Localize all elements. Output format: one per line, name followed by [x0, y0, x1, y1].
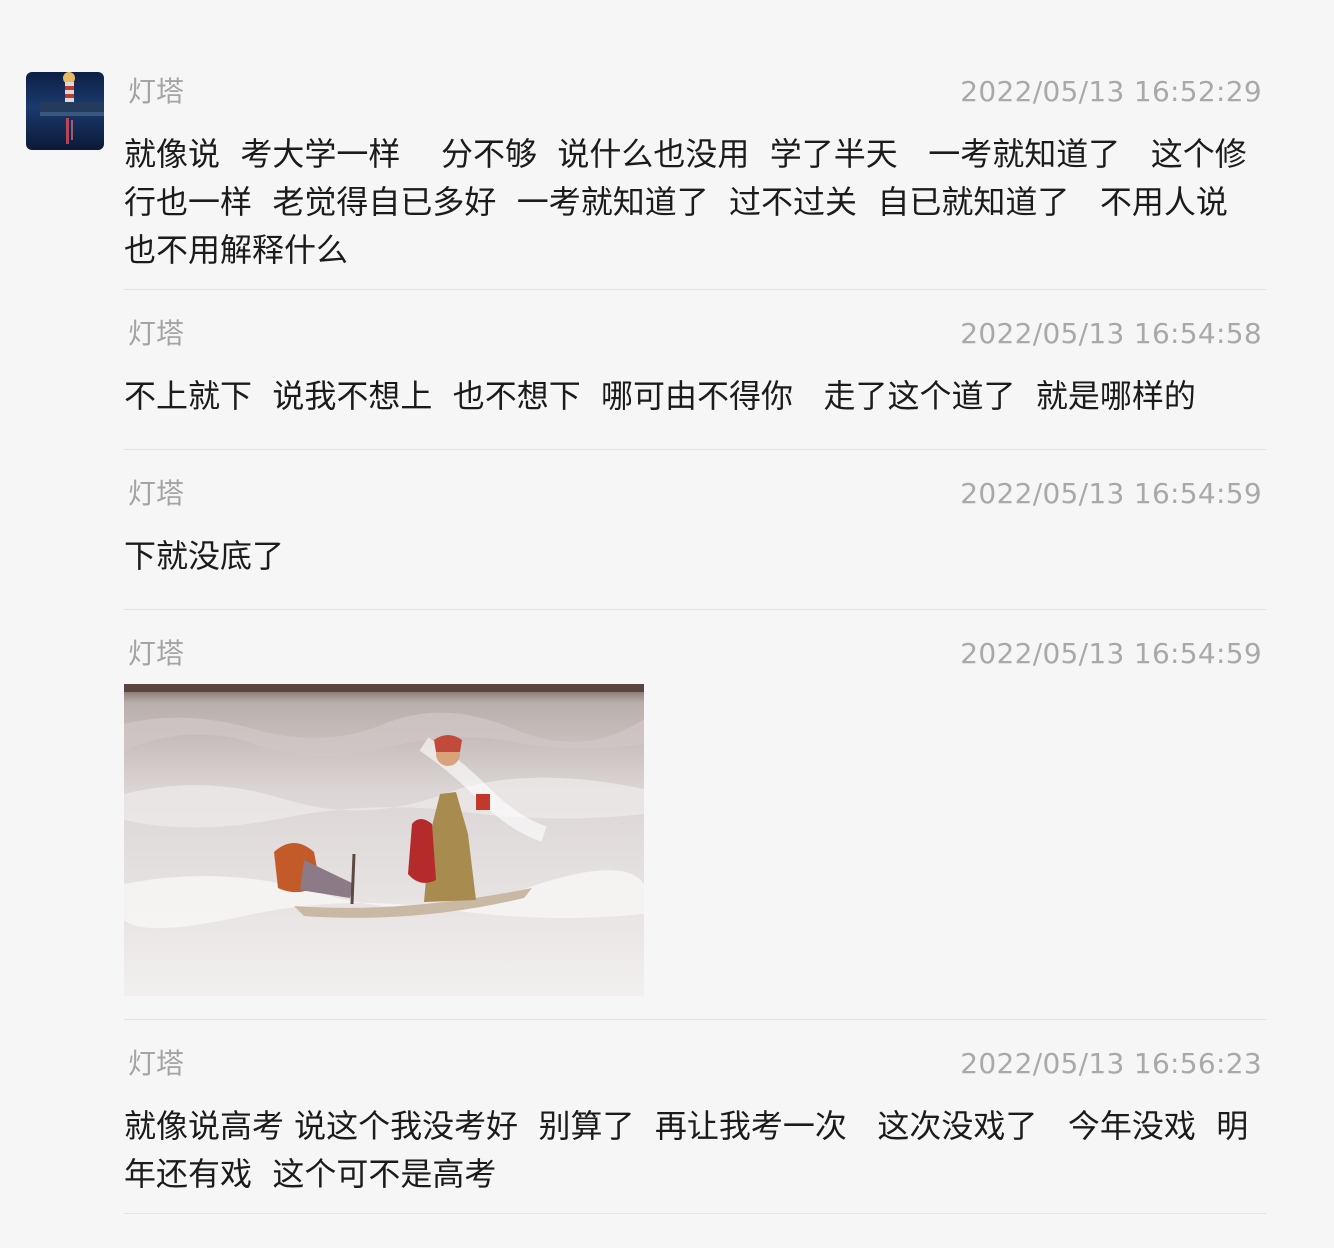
contact-avatar[interactable]	[26, 72, 104, 150]
sender-name: 灯塔	[128, 1047, 185, 1080]
message-item: 灯塔 2022/05/13 16:52:29 就像说 考大学一样 分不够 说什么…	[124, 72, 1266, 290]
sender-name: 灯塔	[128, 317, 185, 350]
message-timestamp: 2022/05/13 16:54:58	[960, 317, 1262, 350]
message-item: 灯塔 2022/05/13 16:56:23 就像说高考 说这个我没考好 别算了…	[124, 1044, 1266, 1214]
message-item: 灯塔 2022/05/13 16:54:59	[124, 634, 1266, 1020]
sender-name: 灯塔	[128, 637, 185, 670]
message-timestamp: 2022/05/13 16:54:59	[960, 477, 1262, 510]
message-item: 灯塔 2022/05/13 16:54:58 不上就下 说我不想上 也不想下 哪…	[124, 314, 1266, 450]
message-image[interactable]	[124, 684, 644, 1000]
message-timestamp: 2022/05/13 16:52:29	[960, 75, 1262, 108]
sender-name: 灯塔	[128, 477, 185, 510]
message-text: 就像说 考大学一样 分不够 说什么也没用 学了半天 一考就知道了 这个修行也一样…	[124, 135, 1247, 269]
message-text: 不上就下 说我不想上 也不想下 哪可由不得你 走了这个道了 就是哪样的	[124, 377, 1196, 415]
sender-name: 灯塔	[128, 75, 185, 108]
message-item: 灯塔 2022/05/13 16:54:59 下就没底了	[124, 474, 1266, 610]
message-text: 下就没底了	[124, 537, 285, 575]
message-timestamp: 2022/05/13 16:54:59	[960, 637, 1262, 670]
message-text: 就像说高考 说这个我没考好 别算了 再让我考一次 这次没戏了 今年没戏 明年还有…	[124, 1107, 1249, 1193]
lighthouse-icon	[40, 72, 104, 144]
message-timestamp: 2022/05/13 16:56:23	[960, 1047, 1262, 1080]
